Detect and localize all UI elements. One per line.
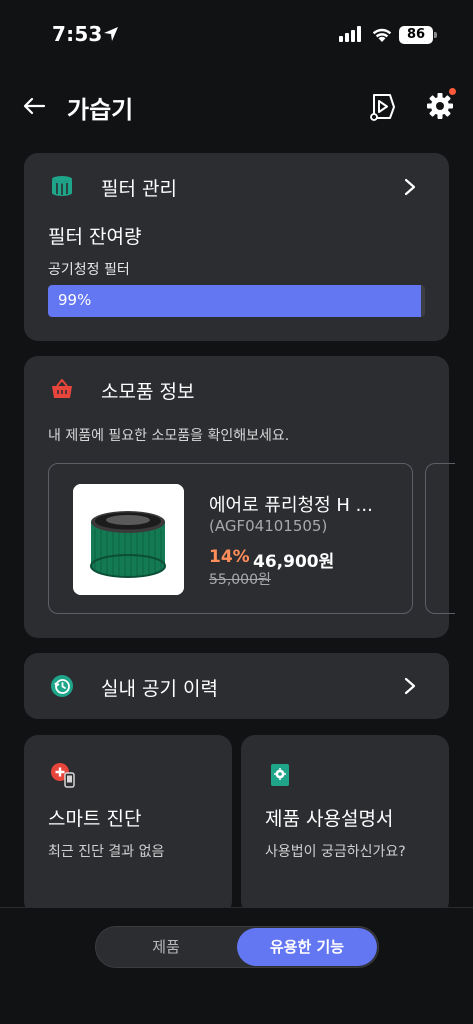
smart-diagnosis-title: 스마트 진단 [48, 808, 142, 830]
smart-diagnosis-card[interactable]: 스마트 진단 최근 진단 결과 없음 [24, 735, 232, 915]
tab-useful-features[interactable]: 유용한 기능 [237, 928, 377, 966]
smart-diagnosis-icon [51, 763, 75, 788]
chevron-right-icon[interactable] [402, 177, 418, 197]
air-filter-image [73, 484, 184, 595]
filter-management-title[interactable]: 필터 관리 [101, 174, 177, 201]
product-card[interactable]: 에어로 퓨리청정 H ... (AGF04101505) 14% 46,900원… [48, 463, 413, 614]
wifi-icon [372, 28, 392, 42]
product-image [73, 484, 184, 595]
original-price: 55,000원 [209, 572, 271, 588]
tab-product[interactable]: 제품 [96, 927, 236, 967]
video-guide-icon[interactable] [367, 91, 397, 121]
filter-management-card: 필터 관리 필터 잔여량 공기청정 필터 99% [24, 153, 449, 341]
notification-dot [449, 88, 456, 95]
filter-progress-bar: 99% [48, 285, 425, 317]
next-product-card[interactable] [425, 463, 455, 614]
history-clock-icon [51, 675, 73, 697]
product-manual-title: 제품 사용설명서 [265, 808, 394, 830]
status-time: 7:53 [52, 22, 103, 46]
filter-remaining-heading: 필터 잔여량 [48, 226, 142, 248]
product-code: (AGF04101505) [209, 517, 328, 535]
filter-progress-fill [48, 285, 422, 317]
product-manual-subtitle: 사용법이 궁금하신가요? [265, 844, 406, 860]
cellular-signal-icon [339, 26, 361, 42]
consumables-title: 소모품 정보 [101, 381, 195, 403]
status-bar: 7:53 86 [0, 0, 473, 70]
location-arrow-icon [104, 27, 118, 41]
discount-rate: 14% [209, 547, 250, 567]
page-title: 가습기 [67, 96, 134, 124]
battery-tip [434, 32, 437, 38]
shopping-basket-icon [52, 379, 72, 398]
bottom-bar: 제품 유용한 기능 [0, 907, 473, 1024]
air-history-card[interactable]: 실내 공기 이력 [24, 653, 449, 719]
back-arrow-icon[interactable] [20, 92, 48, 120]
filter-progress-label: 99% [58, 291, 92, 309]
filter-name: 공기청정 필터 [48, 262, 130, 278]
product-manual-card[interactable]: 제품 사용설명서 사용법이 궁금하신가요? [241, 735, 449, 915]
air-history-title: 실내 공기 이력 [101, 678, 218, 700]
chevron-right-icon[interactable] [402, 676, 418, 696]
app-header: 가습기 [0, 80, 473, 132]
filter-icon [52, 176, 72, 196]
product-name: 에어로 퓨리청정 H ... [209, 495, 373, 516]
tab-switcher: 제품 유용한 기능 [95, 926, 379, 968]
smart-diagnosis-subtitle: 최근 진단 결과 없음 [48, 844, 165, 860]
battery-level: 86 [399, 26, 433, 44]
consumables-description: 내 제품에 필요한 소모품을 확인해보세요. [48, 428, 290, 444]
consumables-card: 소모품 정보 내 제품에 필요한 소모품을 확인해보세요. 에어로 퓨리청정 H… [24, 356, 455, 638]
manual-book-icon [271, 764, 289, 786]
